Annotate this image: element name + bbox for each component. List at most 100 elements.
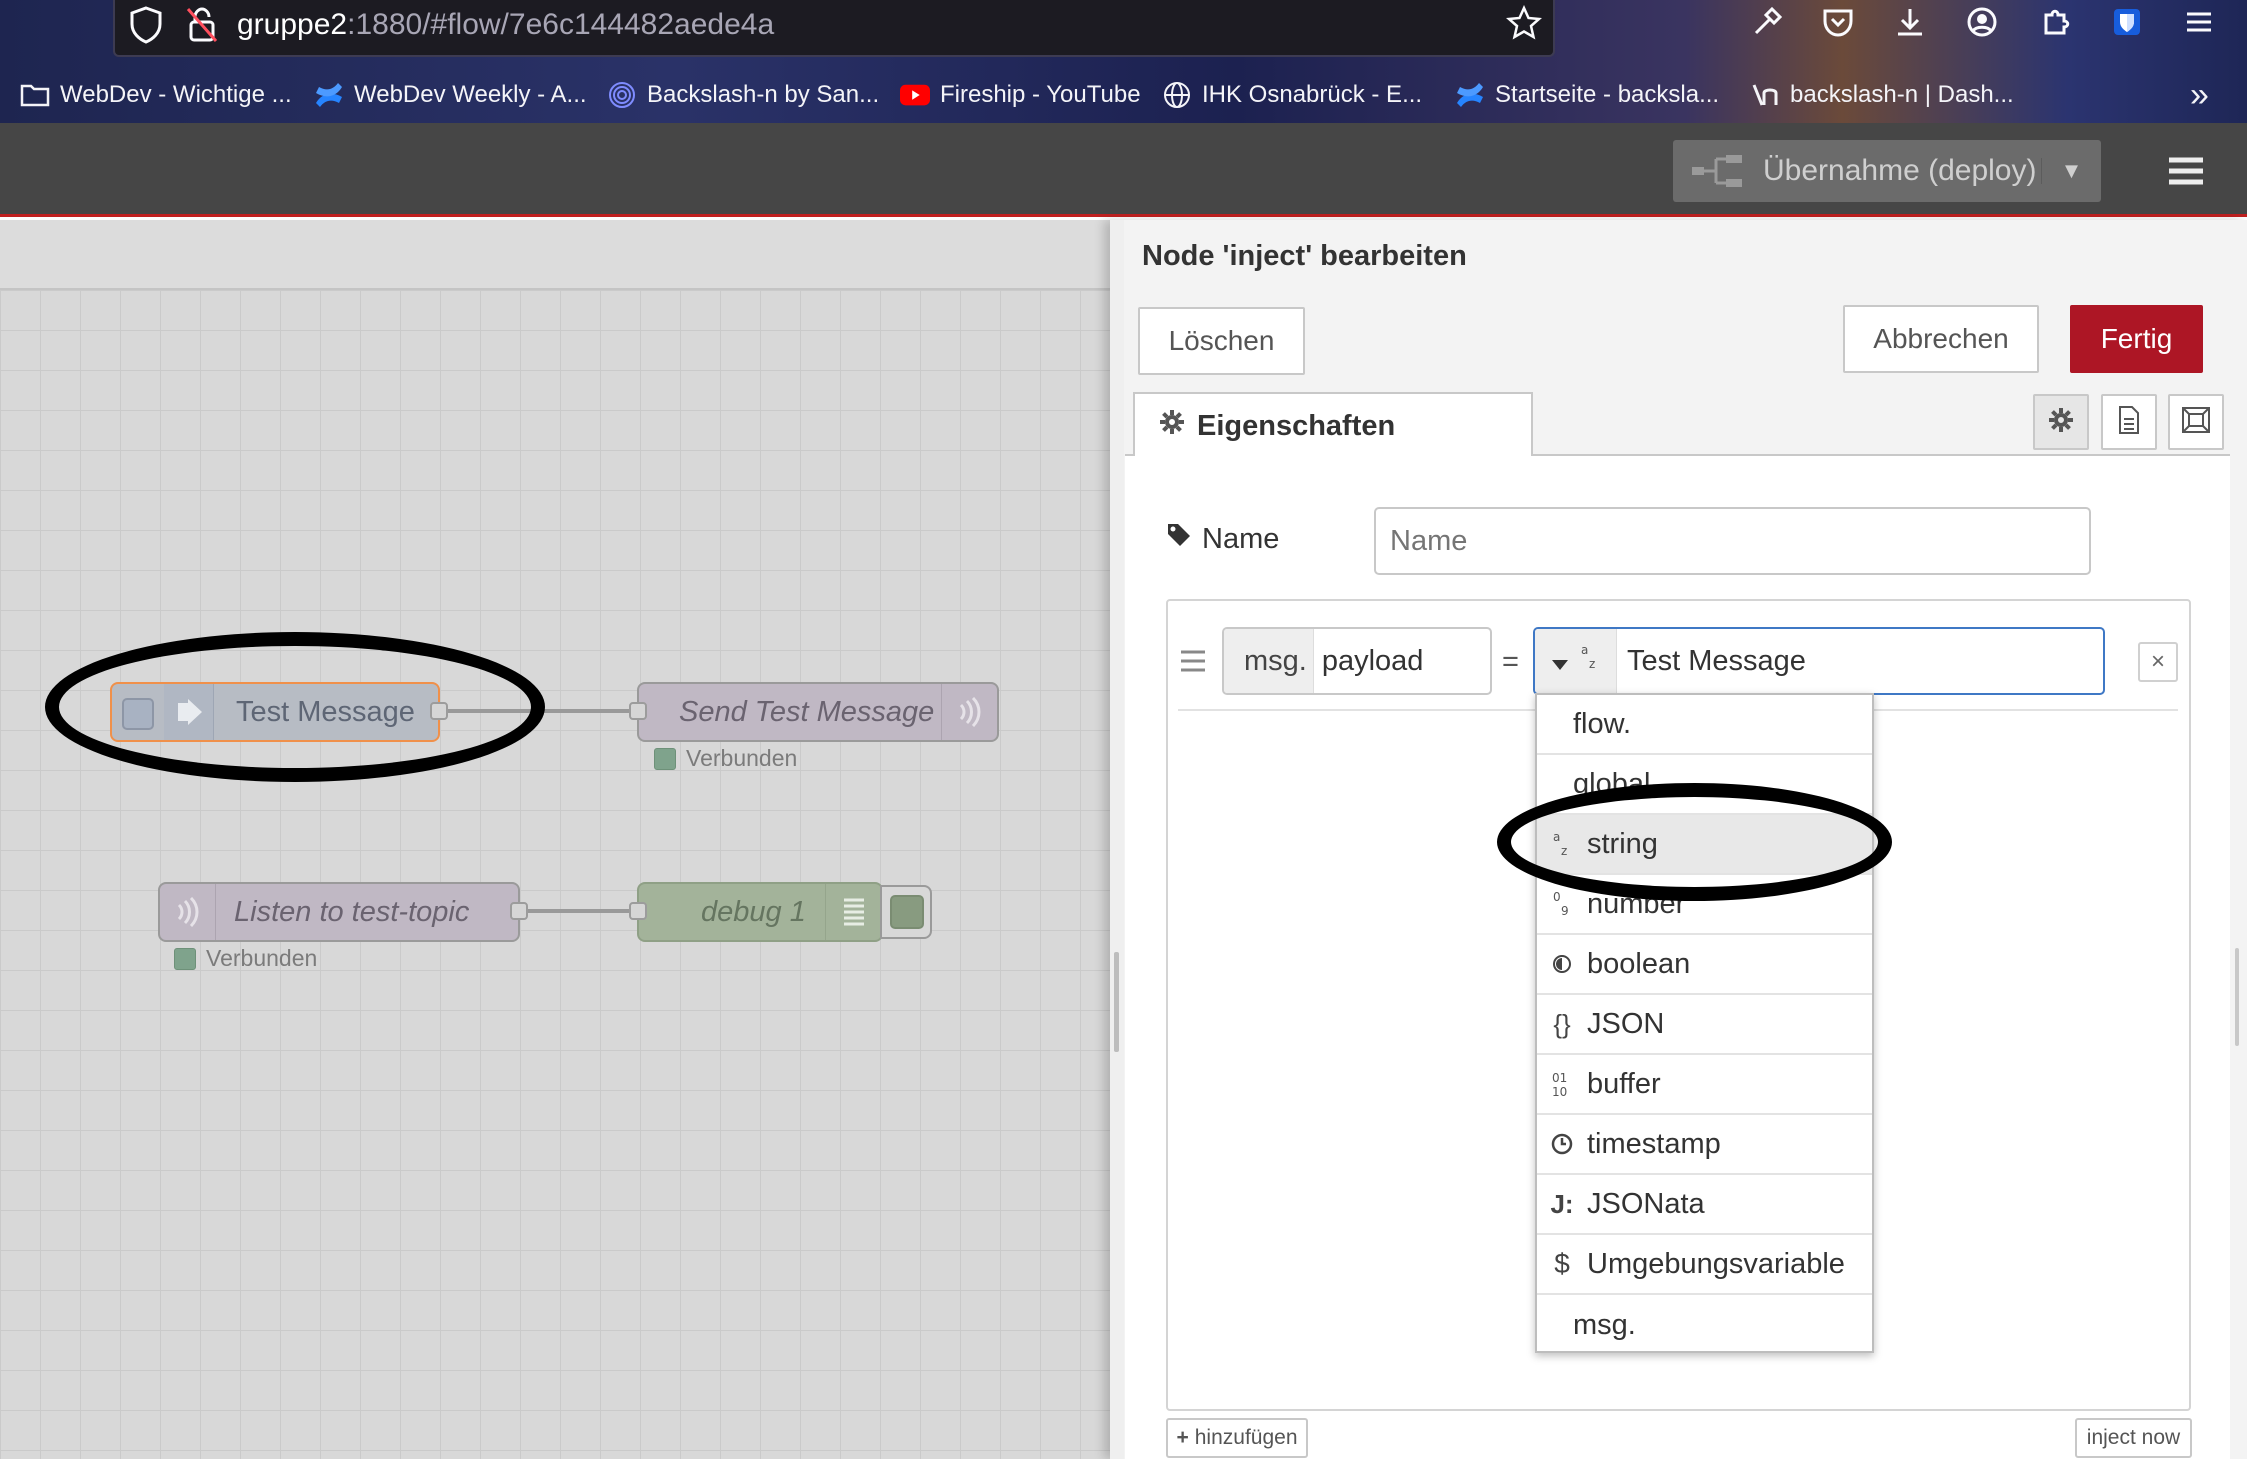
option-label: boolean (1587, 947, 1691, 980)
bookmarks-toolbar: WebDev - Wichtige ... WebDev Weekly - A.… (0, 70, 2247, 120)
wire[interactable] (522, 909, 640, 913)
backslash-n-icon (1750, 80, 1780, 110)
bitwarden-icon[interactable] (2105, 5, 2149, 49)
tab-properties[interactable]: Eigenschaften (1133, 392, 1533, 458)
debug-node[interactable]: debug 1 (637, 882, 883, 942)
status-dot-icon (654, 747, 676, 770)
type-option-jsonata[interactable]: J: JSONata (1537, 1175, 1872, 1235)
bookmark-label: Backslash-n by San... (647, 81, 880, 108)
deploy-button[interactable]: Übernahme (deploy) ▼ (1673, 140, 2101, 202)
bookmark-backslash-n[interactable]: Backslash-n by San... (607, 70, 879, 120)
type-option-msg[interactable]: msg. (1537, 1295, 1872, 1355)
name-label-text: Name (1202, 522, 1280, 555)
gear-icon (1159, 409, 1185, 443)
document-icon (2117, 405, 2141, 440)
done-button[interactable]: Fertig (2070, 305, 2203, 373)
property-name-input[interactable]: msg. payload (1222, 627, 1492, 695)
fingerprint-icon (607, 80, 637, 110)
node-status: Verbunden (174, 945, 317, 972)
name-input[interactable] (1374, 507, 2091, 575)
type-select-button[interactable]: az (1535, 629, 1617, 693)
delete-button[interactable]: Löschen (1138, 307, 1305, 375)
appearance-icon (2181, 406, 2211, 439)
tab-settings-icon-button[interactable] (2033, 394, 2089, 450)
url-host: gruppe2 (237, 8, 348, 41)
property-value-text[interactable]: Test Message (1617, 645, 1806, 678)
tray-resize-handle[interactable] (1110, 220, 1124, 1459)
remove-property-button[interactable]: × (2138, 642, 2178, 682)
option-label: JSON (1587, 1007, 1665, 1040)
bookmark-ihk[interactable]: IHK Osnabrück - E... (1162, 70, 1422, 120)
gear-icon (2048, 407, 2074, 438)
status-dot-icon (174, 947, 196, 970)
bookmark-startseite[interactable]: Startseite - backsla... (1455, 70, 1719, 120)
node-label: debug 1 (701, 896, 806, 928)
bookmark-folder-webdev[interactable]: WebDev - Wichtige ... (20, 70, 292, 120)
mqtt-icon (941, 684, 997, 740)
flow-canvas[interactable] (0, 220, 1110, 1459)
tab-appearance-button[interactable] (2168, 394, 2224, 450)
type-option-buffer[interactable]: 01 10 buffer (1537, 1055, 1872, 1115)
scrollbar-thumb[interactable] (2235, 948, 2239, 1046)
deploy-dropdown-icon[interactable]: ▼ (2041, 158, 2101, 184)
svg-text:9: 9 (1561, 904, 1569, 917)
tab-description-button[interactable] (2101, 394, 2157, 450)
bookmark-star-icon[interactable] (1502, 4, 1546, 49)
node-label: Listen to test-topic (234, 896, 470, 928)
url-text[interactable]: gruppe2:1880/#flow/7e6c144482aede4a (237, 8, 774, 42)
tab-label: Eigenschaften (1197, 409, 1396, 442)
insecure-lock-icon[interactable] (180, 6, 224, 50)
option-label: Umgebungsvariable (1587, 1247, 1845, 1280)
type-option-flow[interactable]: flow. (1537, 695, 1872, 755)
bookmark-label: Startseite - backsla... (1495, 81, 1720, 108)
bookmark-dashboard[interactable]: backslash-n | Dash... (1750, 70, 2014, 120)
msg-prefix[interactable]: msg. (1224, 629, 1314, 693)
account-icon[interactable] (1960, 5, 2004, 49)
type-option-json[interactable]: {} JSON (1537, 995, 1872, 1055)
node-status: Verbunden (654, 745, 797, 772)
pocket-icon[interactable] (1816, 5, 1860, 49)
flow-tabs-bar (0, 220, 1110, 290)
output-port[interactable] (510, 902, 528, 920)
main-menu-button[interactable] (2163, 148, 2209, 194)
cancel-button[interactable]: Abbrechen (1843, 305, 2039, 373)
bookmark-label: WebDev Weekly - A... (354, 81, 587, 108)
extensions-icon[interactable] (2033, 5, 2077, 49)
bookmarks-overflow-button[interactable]: » (2190, 70, 2209, 120)
mqtt-in-node[interactable]: Listen to test-topic (158, 882, 520, 942)
bookmark-label: Fireship - YouTube (940, 81, 1141, 108)
svg-text:01: 01 (1552, 1071, 1567, 1085)
annotation-ellipse (45, 632, 545, 782)
type-option-env[interactable]: $ Umgebungsvariable (1537, 1235, 1872, 1295)
type-option-timestamp[interactable]: timestamp (1537, 1115, 1872, 1175)
input-port[interactable] (629, 702, 647, 720)
debug-toggle-button[interactable] (880, 885, 932, 939)
input-port[interactable] (629, 902, 647, 920)
string-type-icon: az (1580, 643, 1600, 678)
property-field[interactable]: payload (1313, 629, 1424, 693)
property-value-input[interactable]: az Test Message (1533, 627, 2105, 695)
bookmark-fireship[interactable]: Fireship - YouTube (900, 70, 1141, 120)
clock-icon (1537, 1133, 1587, 1155)
bookmark-webdev-weekly[interactable]: WebDev Weekly - A... (314, 70, 587, 120)
inject-now-button[interactable]: inject now (2075, 1418, 2192, 1458)
shield-icon[interactable] (124, 6, 168, 50)
type-option-boolean[interactable]: boolean (1537, 935, 1872, 995)
add-label: hinzufügen (1194, 1426, 1298, 1449)
tools-icon[interactable] (1745, 5, 1789, 49)
resize-grip-icon[interactable] (1114, 952, 1119, 1052)
svg-text:z: z (1589, 657, 1595, 670)
mqtt-out-node[interactable]: Send Test Message (637, 682, 999, 742)
json-type-icon: {} (1553, 1008, 1571, 1039)
name-label: Name (1166, 522, 1279, 556)
downloads-icon[interactable] (1888, 5, 1932, 49)
deploy-icon (1673, 153, 1763, 189)
tray-title: Node 'inject' bearbeiten (1142, 240, 1467, 272)
drag-handle-icon[interactable] (1178, 648, 1208, 674)
app-menu-icon[interactable] (2177, 5, 2221, 49)
status-text: Verbunden (686, 745, 798, 771)
url-path: :1880/#flow/7e6c144482aede4a (347, 8, 775, 41)
option-label: flow. (1573, 707, 1632, 740)
add-property-button[interactable]: + hinzufügen (1166, 1418, 1308, 1458)
bookmark-label: backslash-n | Dash... (1790, 81, 2014, 108)
